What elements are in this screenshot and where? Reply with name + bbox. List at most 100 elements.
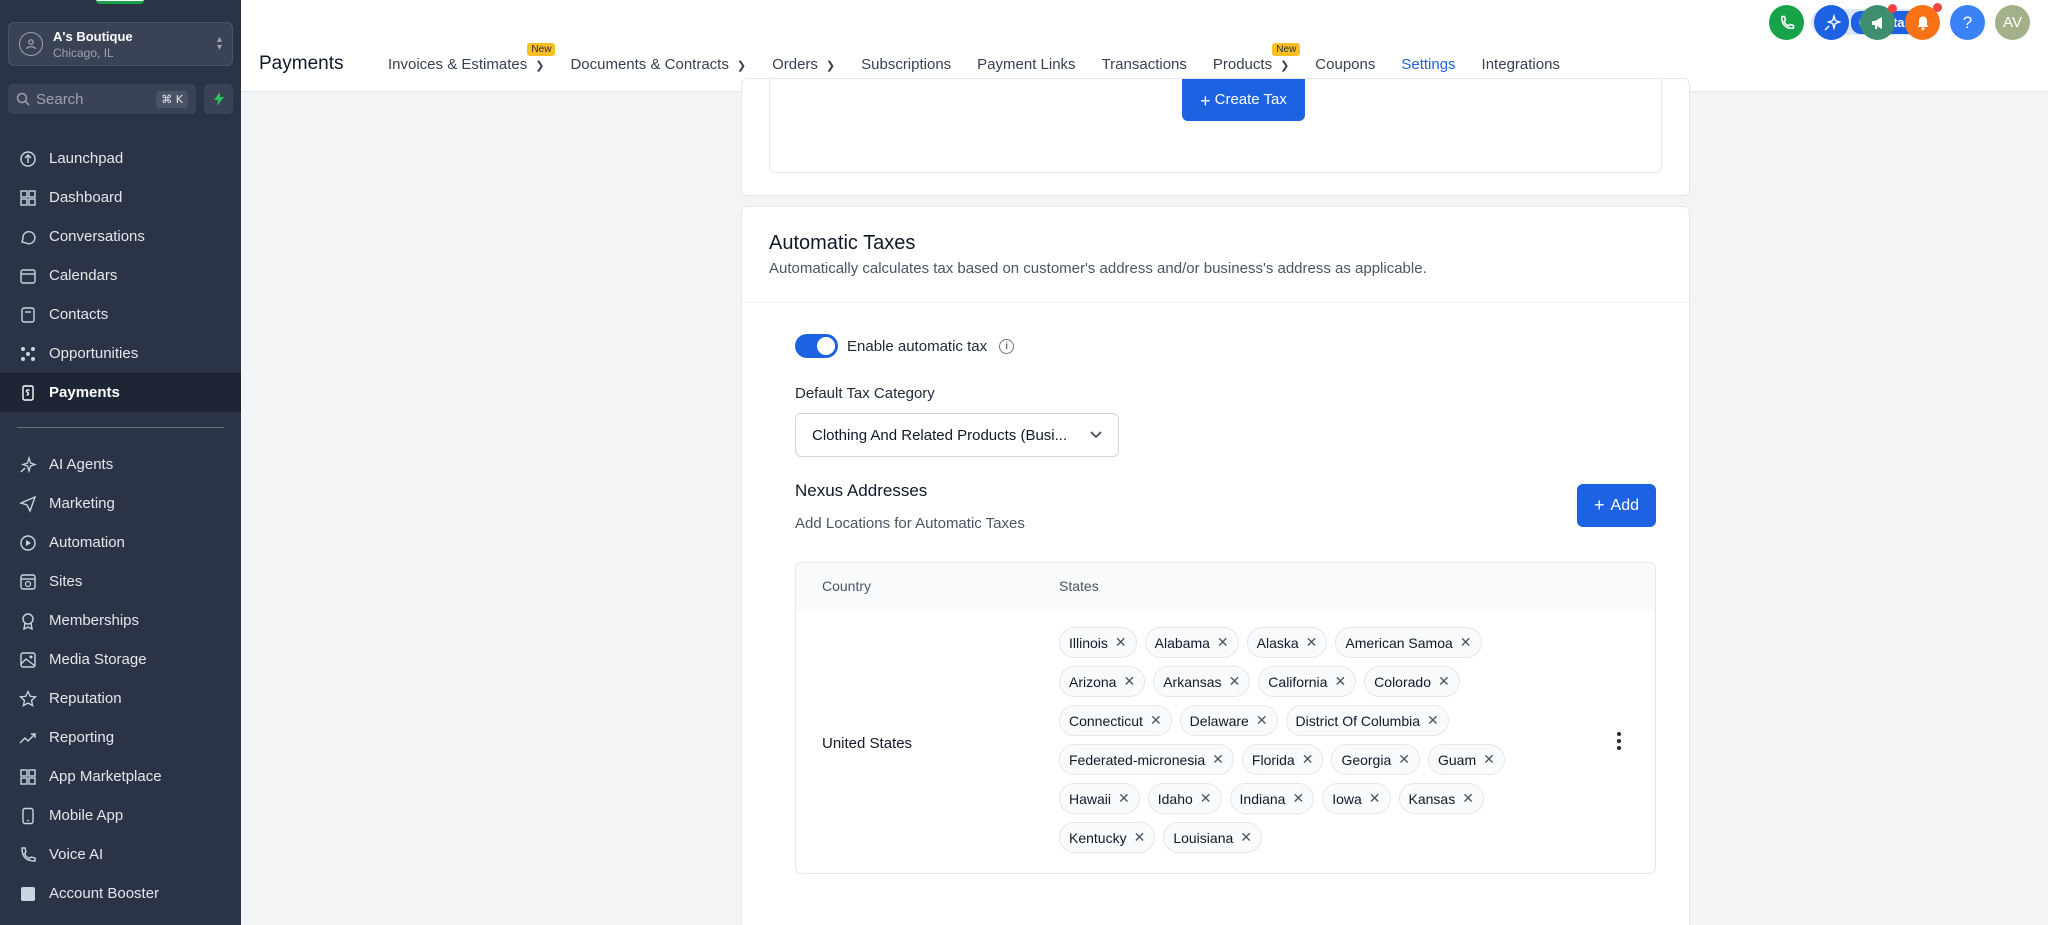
info-icon[interactable]: i: [999, 338, 1015, 354]
close-icon[interactable]: ✕: [1462, 790, 1474, 807]
sidebar-item-mobile-app[interactable]: Mobile App: [0, 796, 241, 835]
tab-invoices-estimates[interactable]: Invoices & Estimates ❯ New: [375, 43, 557, 92]
automatic-tax-toggle[interactable]: [795, 334, 838, 358]
close-icon[interactable]: ✕: [1229, 673, 1241, 690]
logo: [96, 0, 144, 4]
tab-label: Coupons: [1315, 56, 1376, 73]
state-chip: Alabama ✕: [1144, 627, 1239, 658]
sidebar-item-sites[interactable]: Sites: [0, 562, 241, 601]
sidebar-item-marketing[interactable]: Marketing: [0, 484, 241, 523]
help-button[interactable]: ?: [1950, 5, 1985, 40]
state-chip: Arkansas ✕: [1153, 666, 1251, 697]
add-nexus-button[interactable]: + Add: [1577, 484, 1656, 527]
phone-button[interactable]: [1769, 5, 1804, 40]
location-icon: [19, 32, 43, 56]
sites-icon: [18, 572, 38, 592]
plus-icon: +: [1200, 91, 1211, 111]
sidebar-item-contacts[interactable]: Contacts: [0, 295, 241, 334]
rocket-icon: [18, 149, 38, 169]
create-tax-label: Create Tax: [1214, 91, 1287, 108]
state-chip-label: Illinois: [1069, 634, 1108, 651]
sidebar-item-media-storage[interactable]: Media Storage: [0, 640, 241, 679]
state-chip: Kentucky ✕: [1059, 822, 1156, 853]
tab-label: Settings: [1401, 56, 1456, 73]
tab-label: Documents & Contracts: [570, 56, 729, 73]
sidebar-item-calendars[interactable]: Calendars: [0, 256, 241, 295]
sidebar-item-dashboard[interactable]: Dashboard: [0, 178, 241, 217]
create-tax-button[interactable]: + Create Tax: [1182, 79, 1305, 121]
close-icon[interactable]: ✕: [1134, 829, 1146, 846]
close-icon[interactable]: ✕: [1256, 712, 1268, 729]
sidebar-item-reporting[interactable]: Reporting: [0, 718, 241, 757]
close-icon[interactable]: ✕: [1217, 634, 1229, 651]
close-icon[interactable]: ✕: [1123, 673, 1135, 690]
close-icon[interactable]: ✕: [1483, 751, 1495, 768]
search-input[interactable]: Search ⌘ K: [8, 84, 196, 114]
sparkle-icon: [18, 455, 38, 475]
state-chip-label: Federated-micronesia: [1069, 751, 1206, 768]
user-avatar[interactable]: AV: [1995, 5, 2030, 40]
payments-icon: [18, 383, 38, 403]
close-icon[interactable]: ✕: [1200, 790, 1212, 807]
sidebar-item-payments[interactable]: Payments: [0, 373, 241, 412]
card-header: [742, 207, 1689, 303]
sidebar-item-launchpad[interactable]: Launchpad: [0, 139, 241, 178]
tab-label: Orders: [772, 56, 818, 73]
close-icon[interactable]: ✕: [1398, 751, 1410, 768]
quick-action-button[interactable]: [204, 84, 233, 114]
state-chip: Illinois ✕: [1059, 627, 1137, 658]
new-badge: New: [527, 43, 556, 56]
tab-documents-contracts[interactable]: Documents & Contracts ❯: [557, 44, 759, 92]
close-icon[interactable]: ✕: [1240, 829, 1252, 846]
sidebar-item-label: Voice AI: [49, 846, 104, 863]
close-icon[interactable]: ✕: [1302, 751, 1314, 768]
state-chip: Florida ✕: [1241, 744, 1324, 775]
state-chip: California ✕: [1258, 666, 1357, 697]
close-icon[interactable]: ✕: [1438, 673, 1450, 690]
state-chip-label: Kentucky: [1069, 829, 1127, 846]
close-icon[interactable]: ✕: [1115, 634, 1127, 651]
sidebar-item-label: Contacts: [49, 306, 109, 323]
close-icon[interactable]: ✕: [1118, 790, 1130, 807]
sidebar-item-conversations[interactable]: Conversations: [0, 217, 241, 256]
state-chip: Connecticut ✕: [1059, 705, 1172, 736]
account-location: Chicago, IL: [53, 45, 114, 60]
more-options-icon[interactable]: [1609, 726, 1629, 756]
close-icon[interactable]: ✕: [1427, 712, 1439, 729]
state-chip-label: Arkansas: [1163, 673, 1222, 690]
chat-icon: [18, 227, 38, 247]
notifications-button[interactable]: [1905, 5, 1940, 40]
sidebar-item-ai-agents[interactable]: AI Agents: [0, 445, 241, 484]
state-chip: Georgia ✕: [1331, 744, 1420, 775]
close-icon[interactable]: ✕: [1306, 634, 1318, 651]
sidebar-item-opportunities[interactable]: Opportunities: [0, 334, 241, 373]
booster-icon: [18, 884, 38, 904]
tax-category-label: Default Tax Category: [795, 385, 935, 402]
add-label: Add: [1610, 496, 1639, 514]
chevron-down-icon: ❯: [1280, 60, 1290, 72]
state-chip: Indiana ✕: [1229, 783, 1315, 814]
sidebar-item-app-marketplace[interactable]: App Marketplace: [0, 757, 241, 796]
tax-category-select[interactable]: Clothing And Related Products (Busi...: [795, 413, 1119, 457]
close-icon[interactable]: ✕: [1460, 634, 1472, 651]
tab-label: Products: [1212, 56, 1273, 73]
state-chip-label: Florida: [1251, 751, 1295, 768]
state-chip: Hawaii ✕: [1059, 783, 1140, 814]
sidebar-item-memberships[interactable]: Memberships: [0, 601, 241, 640]
close-icon[interactable]: ✕: [1369, 790, 1381, 807]
notification-dot: [1888, 4, 1897, 13]
sidebar-item-account-booster[interactable]: Account Booster: [0, 874, 241, 913]
close-icon[interactable]: ✕: [1334, 673, 1346, 690]
sidebar-item-voice-ai[interactable]: Voice AI: [0, 835, 241, 874]
search-icon: [16, 92, 30, 106]
state-chip: Alaska ✕: [1246, 627, 1328, 658]
close-icon[interactable]: ✕: [1212, 751, 1224, 768]
ai-assistant-button[interactable]: [1814, 5, 1849, 40]
close-icon[interactable]: ✕: [1292, 790, 1304, 807]
sidebar-item-reputation[interactable]: Reputation: [0, 679, 241, 718]
calendar-icon: [18, 266, 38, 286]
account-switcher[interactable]: A's Boutique Chicago, IL ▴ ▾: [8, 22, 233, 66]
sidebar-nav-primary: Launchpad Dashboard Conversations Calend…: [0, 139, 241, 412]
sidebar-item-automation[interactable]: Automation: [0, 523, 241, 562]
close-icon[interactable]: ✕: [1150, 712, 1162, 729]
